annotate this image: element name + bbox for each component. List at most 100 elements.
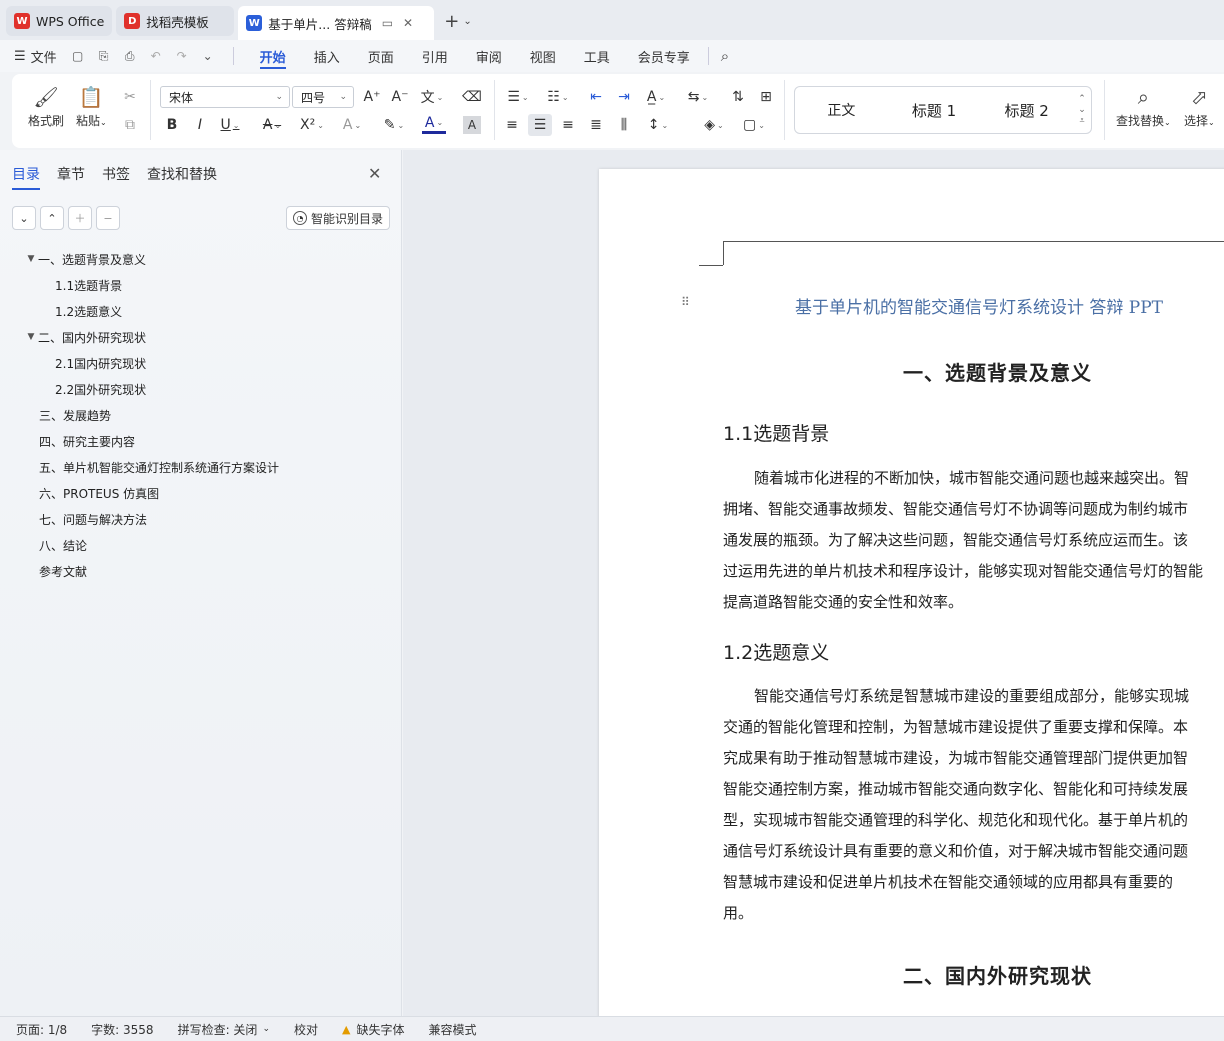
toc-label: 二、国内外研究现状 (38, 330, 147, 345)
close-icon[interactable]: ✕ (368, 164, 381, 183)
expand-down-icon[interactable]: ⌄ (12, 206, 36, 230)
tab-member[interactable]: 会员专享 (624, 40, 704, 72)
chevron-down-icon[interactable]: ⌄ (199, 49, 217, 63)
toc-item[interactable]: 七、问题与解决方法 (0, 506, 400, 532)
word-count[interactable]: 字数: 3558 (91, 1021, 153, 1038)
undo-icon[interactable]: ↶ (147, 49, 165, 63)
bold-icon[interactable]: B (160, 114, 184, 136)
tab-references[interactable]: 引用 (408, 40, 462, 72)
remove-icon[interactable]: − (96, 206, 120, 230)
toc-item[interactable]: ▼ 二、国内外研究现状 (0, 324, 400, 350)
missing-font-button[interactable]: ▲ 缺失字体 (342, 1021, 404, 1038)
bullet-list-icon[interactable]: ☰ ⌄ (506, 86, 530, 108)
toc-item[interactable]: 三、发展趋势 (0, 402, 400, 428)
export-pdf-icon[interactable]: ⎘ (95, 49, 113, 64)
tab-docer-templates[interactable]: D 找稻壳模板 (116, 6, 235, 36)
style-scroll[interactable]: ⌃ ⌄ ⩡ (1073, 94, 1091, 127)
spell-check-toggle[interactable]: 拼写检查: 关闭 ⌄ (178, 1021, 270, 1038)
line-spacing-icon[interactable]: ↕ ⌄ (646, 114, 670, 136)
style-heading-1[interactable]: 标题 1 (888, 100, 981, 121)
ai-icon: ◔ (292, 211, 307, 225)
document-page[interactable]: ⠿ 基于单片机的智能交通信号灯系统设计 答辩 PPT 一、选题背景及意义 1.1… (599, 169, 1224, 1016)
toc-item[interactable]: 2.2国外研究现状 (0, 376, 400, 402)
style-heading-2[interactable]: 标题 2 (980, 100, 1073, 121)
border-icon[interactable]: ▢ ⌄ (742, 114, 766, 136)
phonetic-guide-icon[interactable]: 文 ⌄ (420, 86, 444, 108)
print-preview-icon[interactable]: ⎙ (121, 49, 139, 64)
underline-icon[interactable]: U ⌄ (218, 114, 242, 136)
new-tab-button[interactable]: + ⌄ (438, 6, 477, 36)
tab-document[interactable]: W 基于单片... 答辩稿 ▭ ✕ (238, 6, 435, 40)
collapse-up-icon[interactable]: ⌃ (40, 206, 64, 230)
chinese-layout-icon[interactable]: A̲ ⌄ (644, 86, 668, 108)
save-icon[interactable]: ▢ (69, 49, 87, 63)
search-icon[interactable]: ⌕ (721, 47, 729, 65)
font-color-icon[interactable]: A ⌄ (422, 114, 446, 134)
increase-indent-icon[interactable]: ⇥ (612, 86, 636, 108)
text-effect-icon[interactable]: A ⌄ (340, 114, 364, 136)
sort-icon[interactable]: ⇅ (726, 86, 750, 108)
toc-item[interactable]: 参考文献 (0, 558, 400, 584)
highlight-icon[interactable]: ✎ ⌄ (382, 114, 406, 136)
cut-icon[interactable]: ✂ (118, 86, 142, 108)
tab-review[interactable]: 审阅 (462, 40, 516, 72)
copy-icon[interactable]: ⧉ (118, 114, 142, 136)
align-center-icon[interactable]: ☰ (528, 114, 552, 136)
italic-icon[interactable]: I (188, 114, 212, 136)
redo-icon[interactable]: ↷ (173, 49, 191, 63)
smart-toc-button[interactable]: ◔ 智能识别目录 (286, 206, 390, 230)
toc-item[interactable]: 四、研究主要内容 (0, 428, 400, 454)
tab-view[interactable]: 视图 (516, 40, 570, 72)
decrease-indent-icon[interactable]: ⇤ (584, 86, 608, 108)
tab-page[interactable]: 页面 (354, 40, 408, 72)
tab-bookmarks[interactable]: 书签 (102, 164, 130, 188)
paste-button[interactable]: 📋 粘贴⌄ (76, 82, 107, 129)
toc-item[interactable]: 五、单片机智能交通灯控制系统通行方案设计 (0, 454, 400, 480)
file-menu[interactable]: ☰ 文件 (14, 47, 57, 66)
caret-down-icon[interactable]: ▼ (24, 332, 38, 342)
justify-icon[interactable]: ≣ (584, 114, 608, 136)
tab-find-replace[interactable]: 查找和替换 (147, 164, 217, 188)
tab-label: WPS Office (36, 13, 105, 29)
superscript-icon[interactable]: X² ⌄ (300, 114, 324, 136)
align-left-icon[interactable]: ≡ (500, 114, 524, 136)
toc-item[interactable]: 六、PROTEUS 仿真图 (0, 480, 400, 506)
char-shading-icon[interactable]: A (463, 116, 481, 134)
grow-font-icon[interactable]: A⁺ (360, 86, 384, 108)
style-normal[interactable]: 正文 (795, 100, 888, 120)
document-canvas[interactable]: ⠿ 基于单片机的智能交通信号灯系统设计 答辩 PPT 一、选题背景及意义 1.1… (403, 150, 1224, 1016)
show-marks-icon[interactable]: ⊞ (754, 86, 778, 108)
shading-icon[interactable]: ◈ ⌄ (702, 114, 726, 136)
tab-insert[interactable]: 插入 (300, 40, 354, 72)
toc-item[interactable]: 2.1国内研究现状 (0, 350, 400, 376)
strikethrough-icon[interactable]: A ⌄ (260, 114, 284, 136)
proofread-button[interactable]: 校对 (294, 1021, 318, 1038)
caret-down-icon[interactable]: ▼ (24, 254, 38, 264)
page-indicator[interactable]: 页面: 1/8 (16, 1021, 67, 1038)
toc-item[interactable]: 1.2选题意义 (0, 298, 400, 324)
tab-toc[interactable]: 目录 (12, 164, 40, 190)
select-button[interactable]: ⬀ 选择⌄ (1184, 82, 1215, 129)
tab-start[interactable]: 开始 (246, 40, 300, 72)
header-margin-corner (723, 241, 724, 265)
shrink-font-icon[interactable]: A⁻ (388, 86, 412, 108)
tab-chapters[interactable]: 章节 (57, 164, 85, 188)
font-size-select[interactable]: 四号 ⌄ (292, 86, 354, 108)
toc-item[interactable]: ▼ 一、选题背景及意义 (0, 246, 400, 272)
close-icon[interactable]: ✕ (403, 16, 413, 30)
format-painter-button[interactable]: 🖌 格式刷 (28, 82, 64, 129)
numbered-list-icon[interactable]: ☷ ⌄ (546, 86, 570, 108)
toc-item[interactable]: 八、结论 (0, 532, 400, 558)
clear-format-icon[interactable]: ⌫ (460, 86, 484, 108)
tab-wps-office[interactable]: W WPS Office (6, 6, 113, 36)
toc-item[interactable]: 1.1选题背景 (0, 272, 400, 298)
tab-tools[interactable]: 工具 (570, 40, 624, 72)
window-mode-icon[interactable]: ▭ (382, 16, 393, 30)
distribute-icon[interactable]: ⫼ (612, 114, 636, 136)
add-icon[interactable]: ＋ (68, 206, 92, 230)
find-replace-button[interactable]: ⌕ 查找替换⌄ (1116, 82, 1171, 129)
align-right-icon[interactable]: ≡ (556, 114, 580, 136)
text-direction-icon[interactable]: ⇆ ⌄ (686, 86, 710, 108)
font-name-select[interactable]: 宋体 ⌄ (160, 86, 290, 108)
drag-handle-icon[interactable]: ⠿ (681, 295, 690, 309)
